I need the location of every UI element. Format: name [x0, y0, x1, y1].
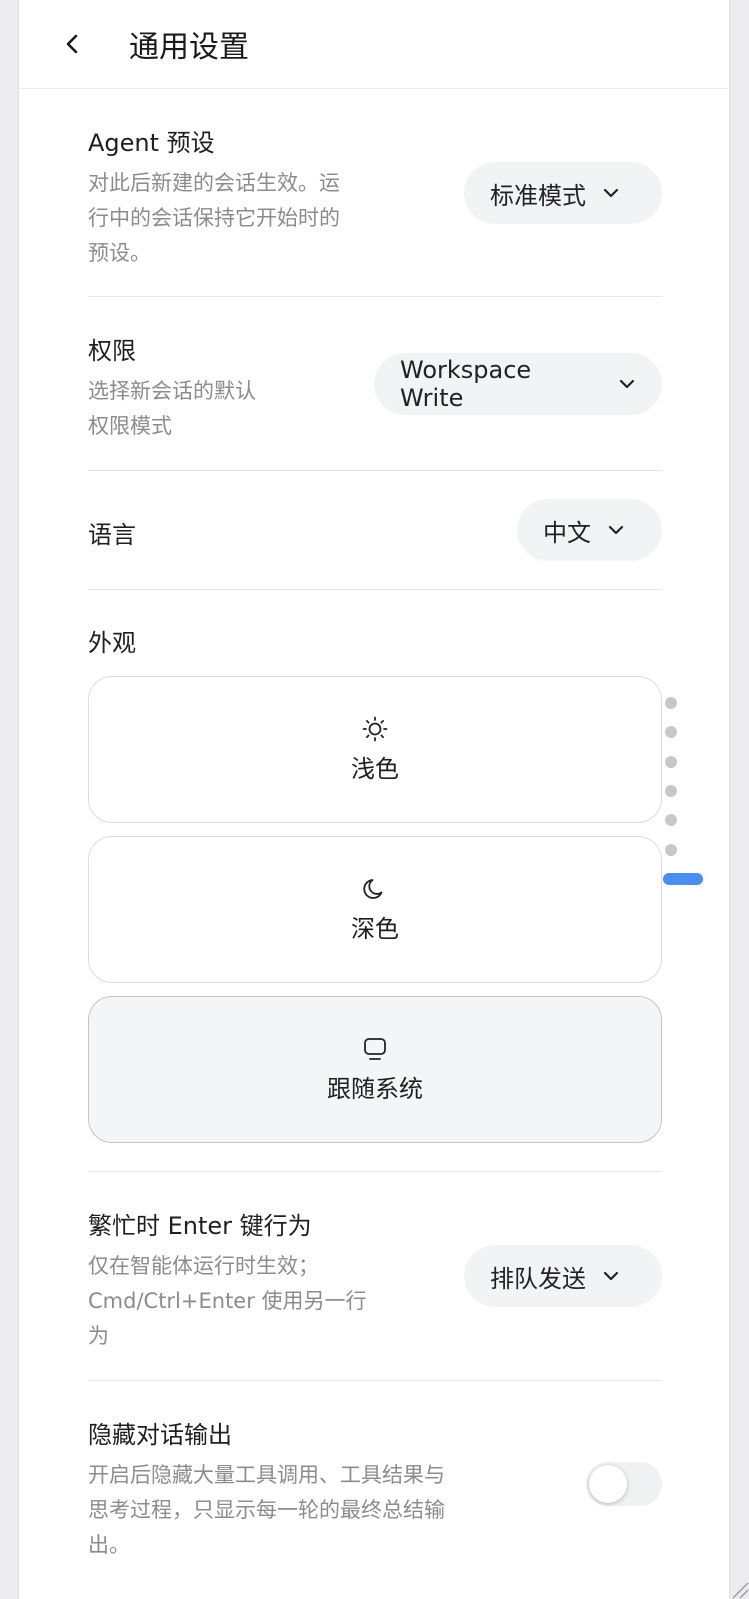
monitor-icon — [364, 1038, 386, 1060]
agent-preset-row: Agent 预设 对此后新建的会话生效。运 行中的会话保持它开始时的 预设。 标… — [88, 89, 662, 297]
busy-enter-row: 繁忙时 Enter 键行为 仅在智能体运行时生效； Cmd/Ctrl+Enter… — [88, 1172, 662, 1381]
theme-option-light[interactable]: 浅色 — [88, 676, 662, 823]
desc-line: 开启后隐藏大量工具调用、工具结果与 — [88, 1463, 445, 1487]
chevron-down-icon — [603, 1271, 619, 1281]
agent-preset-title: Agent 预设 — [88, 129, 215, 157]
language-value: 中文 — [543, 518, 591, 547]
theme-option-system[interactable]: 跟随系统 — [88, 996, 662, 1143]
theme-label-light: 浅色 — [351, 755, 399, 783]
appearance-title: 外观 — [88, 629, 136, 657]
busy-enter-title: 繁忙时 Enter 键行为 — [88, 1212, 312, 1240]
permissions-select[interactable]: Workspace Write — [374, 353, 662, 415]
theme-label-system: 跟随系统 — [327, 1075, 423, 1103]
agent-preset-select[interactable]: 标准模式 — [464, 162, 662, 224]
appearance-row: 外观 浅色 深色 跟随系统 — [88, 590, 662, 1172]
theme-option-dark[interactable]: 深色 — [88, 836, 662, 983]
busy-enter-value: 排队发送 — [490, 1264, 586, 1293]
language-select[interactable]: 中文 — [517, 499, 662, 561]
settings-content: Agent 预设 对此后新建的会话生效。运 行中的会话保持它开始时的 预设。 标… — [88, 89, 662, 1581]
sun-icon — [362, 716, 388, 742]
permissions-row: 权限 选择新会话的默认 权限模式 Workspace Write — [88, 297, 662, 471]
permissions-value: Workspace Write — [400, 356, 532, 412]
language-row: 语言 中文 — [88, 471, 662, 590]
hide-output-row: 隐藏对话输出 开启后隐藏大量工具调用、工具结果与 思考过程，只显示每一轮的最终总… — [88, 1381, 662, 1581]
desc-line: 思考过程，只显示每一轮的最终总结输 — [88, 1498, 445, 1522]
nav-dot[interactable] — [665, 756, 677, 768]
desc-line: 出。 — [88, 1533, 130, 1557]
back-button[interactable] — [53, 24, 93, 64]
page-title: 通用设置 — [129, 30, 249, 65]
nav-dot-active[interactable] — [663, 873, 703, 885]
language-title: 语言 — [88, 521, 136, 549]
hide-output-title: 隐藏对话输出 — [88, 1421, 232, 1449]
chevron-left-icon — [66, 34, 78, 54]
nav-dot[interactable] — [665, 697, 677, 709]
nav-dot[interactable] — [665, 726, 677, 738]
moon-icon — [363, 879, 383, 899]
nav-dot[interactable] — [665, 814, 677, 826]
nav-dot[interactable] — [665, 785, 677, 797]
desc-line: 预设。 — [88, 241, 151, 265]
nav-dot[interactable] — [665, 844, 677, 856]
busy-enter-select[interactable]: 排队发送 — [464, 1245, 662, 1307]
hide-output-toggle[interactable] — [586, 1462, 662, 1506]
header: 通用设置 — [19, 0, 729, 89]
chevron-down-icon — [619, 379, 635, 389]
resize-grip-icon[interactable] — [727, 1577, 749, 1599]
agent-preset-value: 标准模式 — [490, 181, 586, 210]
page-navigator — [663, 697, 703, 897]
hide-output-description: 开启后隐藏大量工具调用、工具结果与 思考过程，只显示每一轮的最终总结输 出。 — [88, 1458, 662, 1563]
theme-label-dark: 深色 — [351, 915, 399, 943]
chevron-down-icon — [608, 525, 624, 535]
settings-panel: 通用设置 Agent 预设 对此后新建的会话生效。运 行中的会话保持它开始时的 … — [18, 0, 730, 1599]
toggle-knob — [589, 1465, 627, 1503]
chevron-down-icon — [603, 188, 619, 198]
desc-line: 为 — [88, 1324, 109, 1348]
